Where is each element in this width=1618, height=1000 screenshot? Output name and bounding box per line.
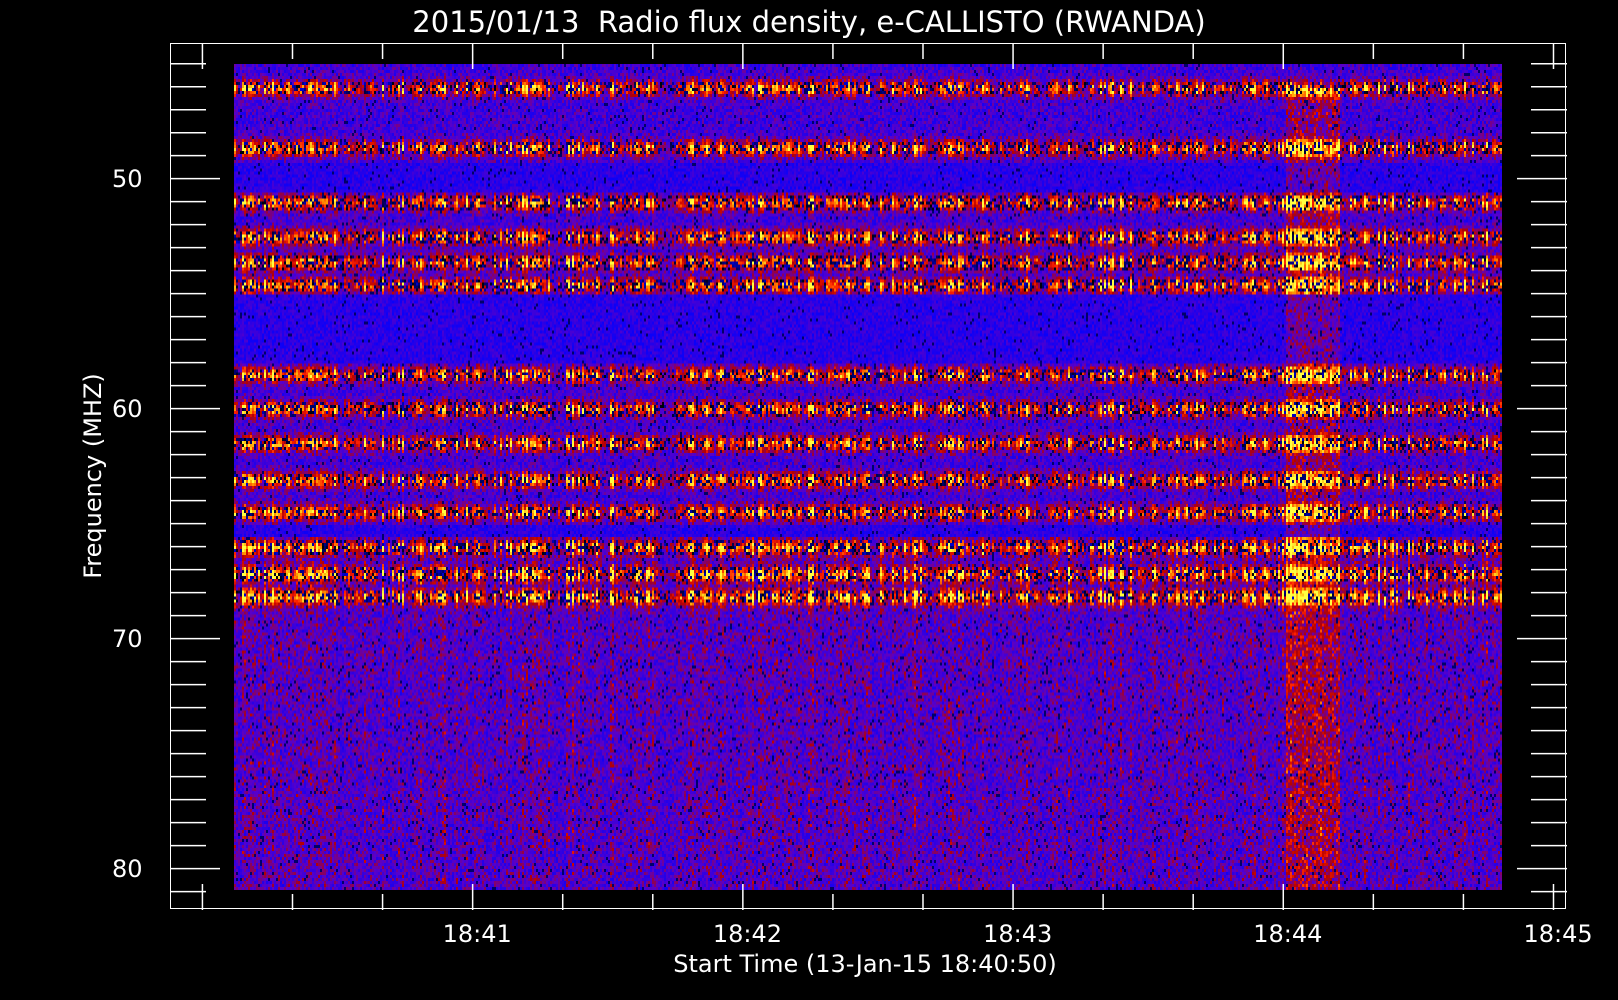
x-tick-label: 18:42 xyxy=(712,920,783,948)
y-tick-label: 70 xyxy=(112,624,143,653)
y-tick-label: 80 xyxy=(112,854,143,883)
x-tick-label: 18:43 xyxy=(983,920,1053,948)
x-axis-label: Start Time (13-Jan-15 18:40:50) xyxy=(673,950,1057,978)
x-tick-label: 18:44 xyxy=(1253,920,1323,948)
y-axis-label: Frequency (MHZ) xyxy=(79,373,107,579)
y-tick-label: 50 xyxy=(112,164,143,193)
axes-ticks xyxy=(170,43,1567,910)
y-tick-label: 60 xyxy=(112,394,143,423)
x-tick-label: 18:45 xyxy=(1523,920,1593,948)
x-tick-label: 18:41 xyxy=(442,920,512,948)
